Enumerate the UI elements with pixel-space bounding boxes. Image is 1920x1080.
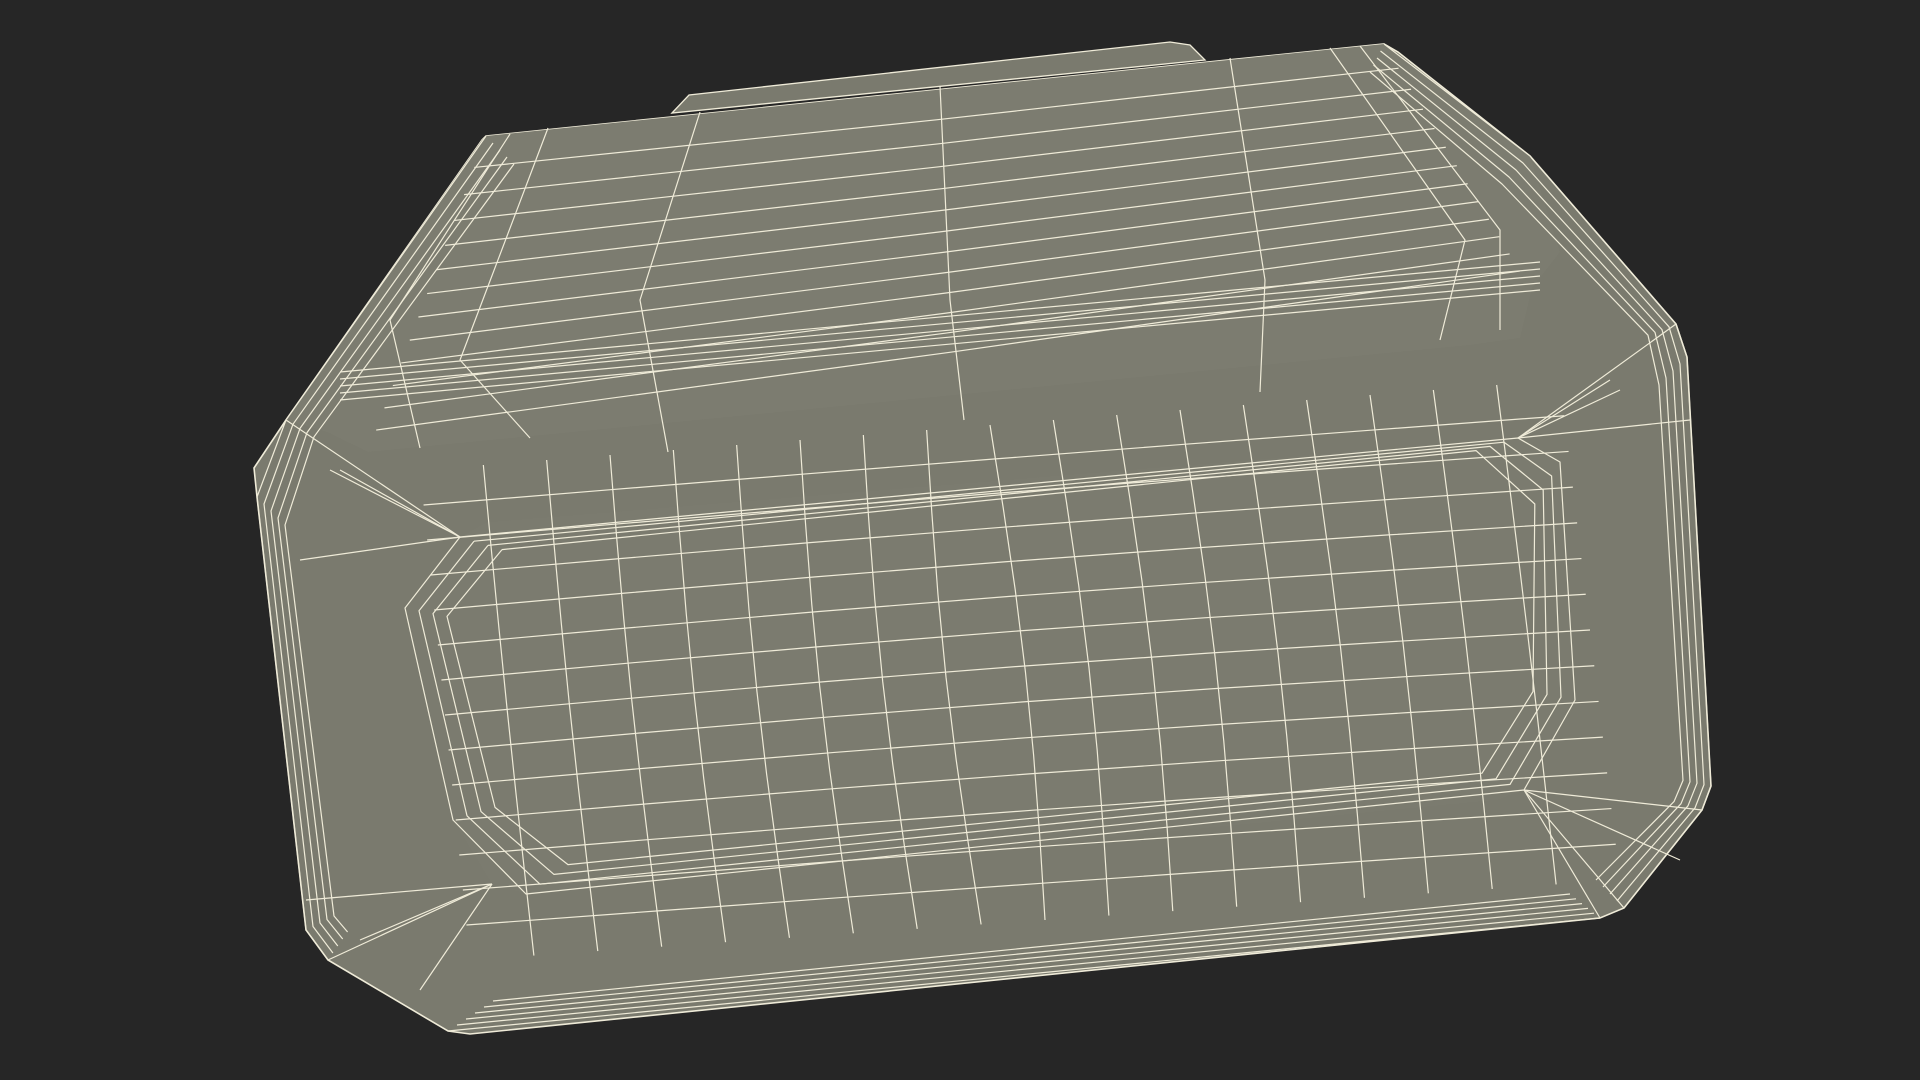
wireframe-object: [253, 41, 1712, 1035]
render-viewport: [0, 0, 1920, 1080]
mesh-render: [0, 0, 1920, 1080]
